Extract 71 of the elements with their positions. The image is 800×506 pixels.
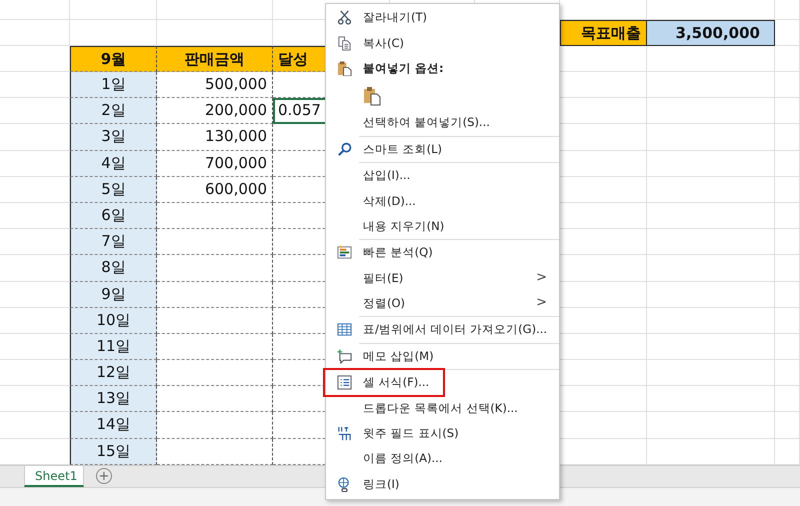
sales-cell: 200,000 — [157, 98, 273, 124]
sales-cell: 700,000 — [157, 150, 273, 177]
empty-cell — [775, 98, 800, 124]
menu-item[interactable]: 내용 지우기(N) — [326, 214, 559, 240]
phonetic-icon — [337, 426, 352, 442]
globe-link-icon — [337, 476, 352, 492]
menu-item[interactable]: 잘라내기(T) — [326, 5, 559, 30]
paste-icon[interactable] — [363, 86, 381, 106]
column-header: 9월 — [70, 46, 157, 72]
copy-icon — [337, 36, 352, 51]
menu-item[interactable]: 빠른 분석(Q) — [326, 240, 559, 266]
clipboard-icon — [337, 60, 352, 76]
menu-item[interactable]: 표/범위에서 데이터 가져오기(G)... — [326, 317, 559, 343]
empty-cell — [775, 20, 800, 46]
menu-item[interactable]: 스마트 조회(L) — [326, 136, 559, 162]
empty-cell — [775, 386, 800, 412]
column-header: 판매금액 — [157, 46, 273, 72]
sales-cell: 130,000 — [157, 124, 273, 151]
menu-item[interactable]: 삭제(D)... — [326, 188, 559, 214]
search-icon — [337, 142, 352, 157]
day-cell: 9일 — [70, 282, 157, 308]
empty-cell — [775, 229, 800, 256]
empty-cell — [775, 72, 800, 98]
empty-cell — [775, 282, 800, 308]
menu-item[interactable]: 필터(E) > — [326, 266, 559, 291]
empty-cell — [775, 0, 800, 20]
day-cell: 14일 — [70, 412, 157, 439]
add-sheet-button[interactable]: + — [96, 468, 112, 484]
table-icon — [337, 322, 352, 338]
day-cell: 10일 — [70, 308, 157, 334]
day-cell: 8일 — [70, 255, 157, 282]
scissors-icon — [337, 10, 352, 26]
day-cell: 13일 — [70, 386, 157, 412]
menu-item[interactable]: 정렬(O) > — [326, 290, 559, 316]
target-value: 3,500,000 — [647, 20, 775, 46]
empty-cell — [0, 0, 70, 20]
menu-item[interactable]: 드롭다운 목록에서 선택(K)... — [326, 395, 559, 421]
empty-cell — [775, 360, 800, 386]
chart-icon — [337, 245, 352, 260]
day-cell: 11일 — [70, 334, 157, 360]
day-cell: 2일 — [70, 98, 157, 124]
empty-cell — [775, 176, 800, 203]
menu-item[interactable]: 윗주 필드 표시(S) — [326, 420, 559, 446]
target-label: 목표매출 — [560, 20, 647, 46]
day-cell: 4일 — [70, 150, 157, 177]
menu-item[interactable]: 삽입(I)... — [326, 162, 559, 188]
menu-item[interactable]: 링크(I) — [326, 472, 559, 498]
empty-cell — [775, 46, 800, 72]
day-cell: 3일 — [70, 124, 157, 151]
sheet-tab[interactable]: Sheet1 — [24, 466, 84, 487]
day-cell: 7일 — [70, 229, 157, 256]
sales-cell: 500,000 — [157, 72, 273, 98]
list-icon — [337, 375, 352, 390]
empty-cell — [775, 308, 800, 334]
day-cell: 15일 — [70, 438, 157, 465]
sales-cell: 600,000 — [157, 176, 273, 203]
menu-item[interactable]: 셀 서식(F)... — [326, 370, 559, 396]
comment-icon — [337, 348, 352, 364]
empty-cell — [775, 124, 800, 151]
day-cell: 12일 — [70, 360, 157, 386]
day-cell: 5일 — [70, 176, 157, 203]
menu-item[interactable]: 이름 정의(A)... — [326, 446, 559, 472]
empty-cell — [775, 202, 800, 230]
empty-cell — [775, 412, 800, 439]
empty-cell — [0, 20, 70, 46]
empty-cell — [775, 150, 800, 177]
menu-item[interactable]: 메모 삽입(M) — [326, 344, 559, 370]
day-cell: 6일 — [70, 202, 157, 230]
empty-cell — [775, 255, 800, 282]
day-cell: 1일 — [70, 72, 157, 98]
empty-cell — [775, 334, 800, 360]
